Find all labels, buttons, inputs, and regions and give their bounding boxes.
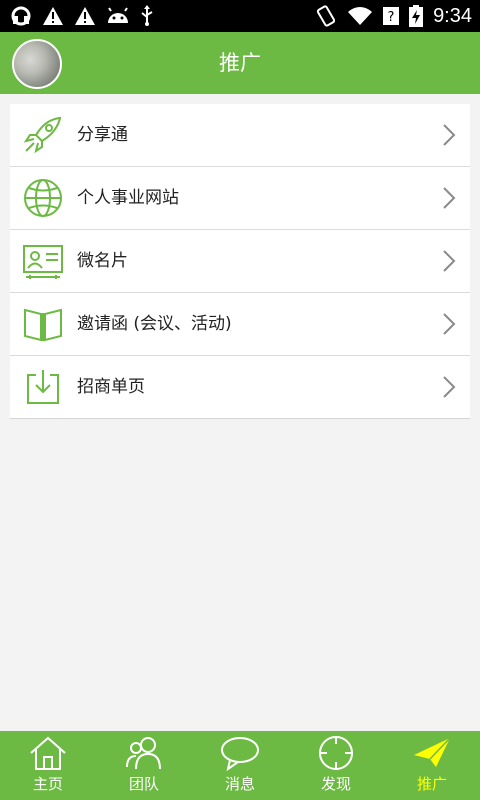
home-icon [30,736,66,770]
warning-icon [75,7,95,25]
warning-icon [43,7,63,25]
chat-bubble-icon [221,737,259,771]
wifi-icon [348,7,373,25]
tab-label: 推广 [416,775,447,793]
menu-item-micro-card[interactable]: 微名片 [10,230,470,293]
menu-item-label: 招商单页 [77,377,145,397]
vibrate-icon [316,5,336,27]
download-box-icon [27,370,59,404]
menu-item-personal-website[interactable]: 个人事业网站 [10,167,470,230]
business-card-icon [23,245,63,279]
menu-item-label: 分享通 [77,125,128,145]
tab-discover[interactable]: 发现 [288,731,384,800]
android-icon [108,7,128,23]
tab-label: 消息 [224,775,255,793]
title-bar: 推广 [0,32,480,94]
chevron-right-icon [443,250,456,272]
page-title: 推广 [219,51,261,75]
tab-team[interactable]: 团队 [96,731,192,800]
tab-label: 团队 [128,775,159,793]
chevron-right-icon [443,187,456,209]
globe-icon [24,179,62,217]
chevron-right-icon [443,376,456,398]
menu-item-label: 邀请函 (会议、活动) [77,314,232,334]
chevron-right-icon [443,124,456,146]
paper-plane-icon [414,737,451,767]
signal-unknown-icon: ? [383,7,400,25]
menu-item-label: 个人事业网站 [77,188,179,208]
tab-promotion[interactable]: 推广 [384,731,480,800]
promotion-menu: 分享通 个人事业网站 微名片 邀请函 (会议、活动) 招商单页 [10,104,470,419]
tab-home[interactable]: 主页 [0,731,96,800]
crosshair-icon [319,736,353,770]
menu-item-invitation[interactable]: 邀请函 (会议、活动) [10,293,470,356]
headset-icon [11,6,31,26]
chevron-right-icon [443,313,456,335]
tab-messages[interactable]: 消息 [192,731,288,800]
tab-label: 发现 [320,775,351,793]
svg-text:?: ? [388,10,395,25]
clock: 9:34 [433,4,472,27]
menu-item-merchant-page[interactable]: 招商单页 [10,356,470,418]
rocket-icon [23,116,62,154]
menu-item-label: 微名片 [77,251,128,271]
status-bar: ? 9:34 [0,0,480,32]
team-icon [126,737,161,770]
usb-icon [141,5,153,26]
bottom-tab-bar: 主页 团队 消息 发现 推广 [0,731,480,800]
tab-label: 主页 [32,775,63,793]
menu-item-share[interactable]: 分享通 [10,104,470,167]
open-book-icon [24,308,62,342]
battery-charging-icon [409,5,424,27]
